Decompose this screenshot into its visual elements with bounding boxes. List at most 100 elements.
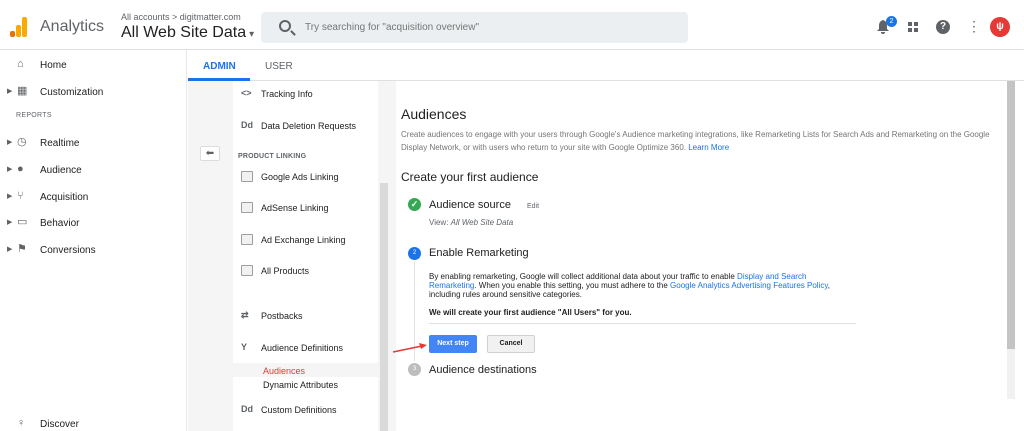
admin-item-tracking-info[interactable]: <> Tracking Info xyxy=(233,85,378,105)
caret-right-icon: ▶ xyxy=(7,193,13,200)
nav-item-audience[interactable]: ▶ ● Audience xyxy=(0,160,187,182)
view-label: View: xyxy=(429,218,451,227)
nav-item-label: Conversions xyxy=(40,245,96,256)
view-name: All Web Site Data xyxy=(121,24,247,41)
admin-item-label: Google Ads Linking xyxy=(261,172,339,182)
search-icon xyxy=(279,20,291,32)
caret-right-icon: ▶ xyxy=(7,246,13,253)
all-products-icon xyxy=(241,265,253,276)
admin-item-audience-definitions[interactable]: Y Audience Definitions xyxy=(233,339,378,359)
next-step-button[interactable]: Next step xyxy=(429,335,477,353)
tab-admin[interactable]: ADMIN xyxy=(203,61,236,72)
adsense-icon xyxy=(241,202,253,213)
nav-item-acquisition[interactable]: ▶ ⑂ Acquisition xyxy=(0,187,187,209)
admin-property-column: <> Tracking Info Dd Data Deletion Reques… xyxy=(188,81,396,431)
nav-item-label: Home xyxy=(40,60,67,71)
top-header: Analytics All accounts > digitmatter.com… xyxy=(0,0,1024,50)
notification-badge: 2 xyxy=(886,16,897,27)
admin-item-adsense-linking[interactable]: AdSense Linking xyxy=(233,199,378,219)
remarketing-text: . When you enable this setting, you must… xyxy=(474,281,671,290)
dashboard-icon: ▦ xyxy=(17,85,28,97)
account-breadcrumb[interactable]: All accounts > digitmatter.com xyxy=(121,12,241,22)
admin-item-postbacks[interactable]: ⇄ Postbacks xyxy=(233,307,378,327)
nav-item-home[interactable]: ⌂ Home xyxy=(0,55,187,77)
nav-item-label: Audience xyxy=(40,165,82,176)
acquisition-icon: ⑂ xyxy=(17,190,24,202)
policy-link[interactable]: Google Analytics Advertising Features Po… xyxy=(670,281,828,290)
reports-section-label: REPORTS xyxy=(16,112,52,119)
nav-item-behavior[interactable]: ▶ ▭ Behavior xyxy=(0,213,187,235)
main-scrollbar-thumb[interactable] xyxy=(1007,81,1015,349)
admin-scrollbar[interactable] xyxy=(380,183,388,431)
search-input[interactable]: Try searching for "acquisition overview" xyxy=(261,12,688,43)
admin-item-all-products[interactable]: All Products xyxy=(233,262,378,282)
admin-user-tabs: ADMIN USER xyxy=(188,50,1024,81)
step-number-badge: 3 xyxy=(408,363,421,376)
behavior-icon: ▭ xyxy=(17,216,28,228)
chevron-down-icon: ▾ xyxy=(249,29,255,40)
first-audience-note: We will create your first audience "All … xyxy=(429,308,632,317)
annotation-arrow-icon xyxy=(392,343,427,353)
apps-icon[interactable] xyxy=(907,21,921,33)
property-settings-list: <> Tracking Info Dd Data Deletion Reques… xyxy=(233,81,378,431)
search-placeholder: Try searching for "acquisition overview" xyxy=(305,22,480,33)
ad-exchange-icon xyxy=(241,234,253,245)
code-icon: <> xyxy=(241,88,252,98)
dd-icon: Dd xyxy=(241,120,253,130)
admin-item-ad-exchange-linking[interactable]: Ad Exchange Linking xyxy=(233,231,378,251)
active-item-highlight xyxy=(233,363,378,377)
analytics-logo-icon[interactable] xyxy=(10,17,28,37)
fork-icon: Y xyxy=(241,342,248,352)
caret-right-icon: ▶ xyxy=(7,88,13,95)
clock-icon: ◷ xyxy=(17,136,27,148)
app-name: Analytics xyxy=(40,18,105,35)
google-ads-icon xyxy=(241,171,253,182)
admin-item-data-deletion[interactable]: Dd Data Deletion Requests xyxy=(233,117,378,137)
audiences-panel: Audiences Create audiences to engage wit… xyxy=(388,81,1008,431)
caret-right-icon: ▶ xyxy=(7,166,13,173)
flag-icon: ⚑ xyxy=(17,243,27,255)
home-icon: ⌂ xyxy=(17,58,24,70)
step-number-badge: 2 xyxy=(408,247,421,260)
cancel-button[interactable]: Cancel xyxy=(487,335,535,353)
page-description: Create audiences to engage with your use… xyxy=(401,128,1011,154)
step-audience-source-title: Audience source xyxy=(429,199,511,211)
view-value: All Web Site Data xyxy=(450,218,514,227)
nav-item-label: Behavior xyxy=(40,218,80,229)
nav-item-customization[interactable]: ▶ ▦ Customization xyxy=(0,82,187,104)
nav-item-conversions[interactable]: ▶ ⚑ Conversions xyxy=(0,240,187,262)
nav-item-label: Realtime xyxy=(40,138,80,149)
lightbulb-icon: ♀ xyxy=(17,417,26,429)
divider xyxy=(429,323,856,324)
section-title: Create your first audience xyxy=(401,170,539,184)
nav-item-discover[interactable]: ♀ Discover xyxy=(0,414,187,431)
nav-item-label: Acquisition xyxy=(40,192,89,203)
caret-right-icon: ▶ xyxy=(7,139,13,146)
admin-item-label: All Products xyxy=(261,266,310,276)
learn-more-link[interactable]: Learn More xyxy=(688,143,729,152)
check-icon: ✓ xyxy=(408,198,421,211)
caret-right-icon: ▶ xyxy=(7,219,13,226)
admin-subitem-audiences[interactable]: Audiences xyxy=(263,366,305,376)
admin-item-label: AdSense Linking xyxy=(261,203,329,213)
admin-item-label: Tracking Info xyxy=(261,89,313,99)
admin-subitem-dynamic-attributes[interactable]: Dynamic Attributes xyxy=(263,380,338,390)
person-icon: ● xyxy=(17,163,24,175)
tab-user[interactable]: USER xyxy=(265,61,293,72)
nav-item-realtime[interactable]: ▶ ◷ Realtime xyxy=(0,133,187,155)
avatar[interactable]: ψ xyxy=(990,17,1010,37)
admin-item-custom-definitions[interactable]: Dd Custom Definitions xyxy=(233,401,378,421)
postbacks-icon: ⇄ xyxy=(241,310,249,320)
admin-item-label: Postbacks xyxy=(261,311,303,321)
back-arrow-icon[interactable]: ⬅ xyxy=(200,146,220,161)
dd-icon: Dd xyxy=(241,404,253,414)
step-enable-remarketing-title: Enable Remarketing xyxy=(429,247,529,259)
more-icon[interactable]: ⋮ xyxy=(967,18,981,35)
edit-link[interactable]: Edit xyxy=(527,203,539,210)
admin-item-google-ads-linking[interactable]: Google Ads Linking xyxy=(233,168,378,188)
view-selector[interactable]: All Web Site Data ▾ xyxy=(121,24,254,42)
remarketing-text: By enabling remarketing, Google will col… xyxy=(429,272,738,281)
main-scrollbar-track[interactable] xyxy=(1007,349,1015,399)
admin-item-label: Ad Exchange Linking xyxy=(261,235,346,245)
help-icon[interactable]: ? xyxy=(936,20,950,34)
